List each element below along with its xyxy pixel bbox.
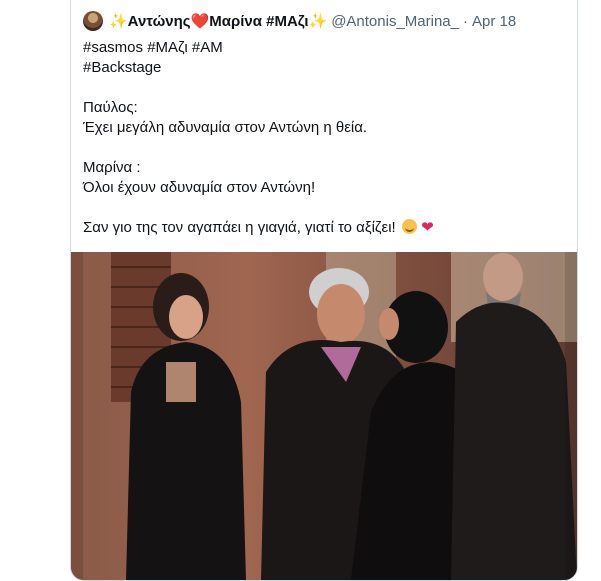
tweet-photo[interactable]: [71, 252, 577, 580]
backstage-hashtag[interactable]: #Backstage: [83, 58, 563, 78]
closing-text: Σαν γιο της τον αγαπάει η γιαγιά, γιατί …: [83, 219, 396, 236]
display-name[interactable]: ✨Αντώνης❤️Μαρίνα #ΜΑζι✨: [109, 12, 327, 30]
closing-line: Σαν γιο της τον αγαπάει η γιαγιά, γιατί …: [83, 218, 563, 238]
relieved-face-icon: [401, 219, 417, 234]
quoted-tweet-card[interactable]: ✨Αντώνης❤️Μαρίνα #ΜΑζι✨ @Antonis_Marina_…: [70, 0, 578, 581]
speaker-pavlos: Παύλος:: [83, 99, 138, 116]
quote-pavlos: Έχει μεγάλη αδυναμία στον Αντώνη η θεία.: [83, 119, 368, 136]
heart-icon: ❤: [421, 219, 434, 236]
avatar[interactable]: [83, 11, 103, 31]
user-handle[interactable]: @Antonis_Marina_: [331, 13, 459, 30]
hashtags-line[interactable]: #sasmos #ΜΑζι #ΑΜ: [83, 38, 563, 58]
speaker-marina: Μαρίνα :: [83, 159, 141, 176]
quote-marina: Όλοι έχουν αδυναμία στον Αντώνη!: [83, 179, 316, 196]
tweet-date[interactable]: Apr 18: [472, 13, 516, 30]
tweet-text: #sasmos #ΜΑζι #ΑΜ #Backstage Παύλος: Έχε…: [83, 38, 563, 238]
tweet-header: ✨Αντώνης❤️Μαρίνα #ΜΑζι✨ @Antonis_Marina_…: [83, 10, 516, 32]
photo-icon: [71, 252, 577, 580]
separator-dot: ·: [462, 12, 468, 30]
